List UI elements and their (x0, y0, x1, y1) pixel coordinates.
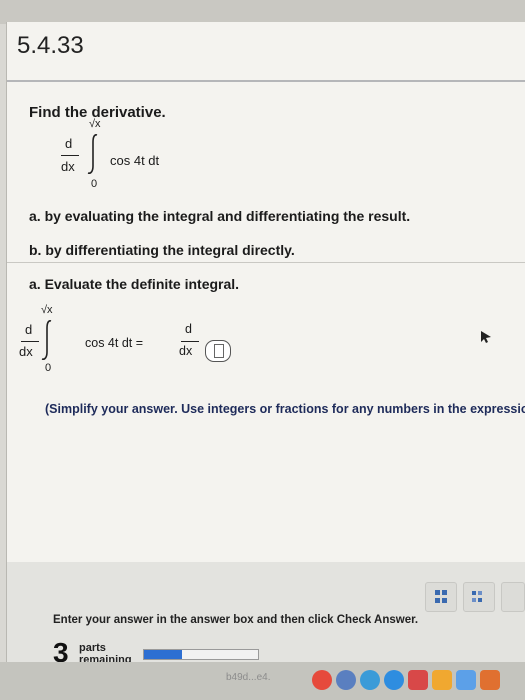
question-number: 5.4.33 (17, 32, 84, 59)
fraction-bar (181, 341, 199, 342)
progress-bar (143, 649, 259, 660)
toolbar-matrix-icon (472, 591, 482, 602)
app-icon[interactable] (312, 670, 332, 690)
progress-fill (144, 650, 182, 659)
dx-denominator: dx (19, 344, 33, 359)
dx-denominator: dx (61, 159, 75, 174)
rhs-dx-denominator: dx (179, 344, 193, 358)
toolbar-matrix-button[interactable] (463, 582, 495, 612)
upper-limit: √x (89, 118, 101, 130)
integrand: cos 4t dt (110, 153, 160, 168)
app-icon[interactable] (480, 670, 500, 690)
top-strip (0, 0, 525, 24)
part-a-heading: a. Evaluate the definite integral. (29, 276, 240, 292)
taskbar-label: b49d...e4. (226, 672, 271, 683)
lower-limit: 0 (91, 178, 98, 190)
app-icon[interactable] (360, 670, 380, 690)
part-b-description: b. by differentiating the integral direc… (29, 242, 295, 258)
answer-input[interactable] (205, 340, 231, 362)
app-icon[interactable] (432, 670, 452, 690)
answer-hint: Enter your answer in the answer box and … (53, 614, 419, 626)
app-icon[interactable] (408, 670, 428, 690)
answer-placeholder (214, 344, 224, 358)
integral-sign-icon (41, 320, 52, 360)
integrand: cos 4t dt = (85, 336, 144, 350)
rhs-d-numerator: d (185, 322, 192, 336)
instruction-note: (Simplify your answer. Use integers or f… (45, 402, 525, 416)
parts-label-line1: parts (79, 642, 106, 654)
d-numerator: d (25, 322, 33, 337)
app-icon[interactable] (456, 670, 476, 690)
fraction-bar (61, 155, 79, 156)
upper-limit: √x (41, 304, 53, 316)
divider (7, 80, 525, 82)
question-page: 5.4.33 Find the derivative. d dx √x 0 co… (6, 22, 525, 668)
lower-limit: 0 (45, 362, 52, 374)
toolbar-more-button[interactable] (501, 582, 525, 612)
app-icon[interactable] (336, 670, 356, 690)
app-icon[interactable] (384, 670, 404, 690)
integral-sign-icon (87, 134, 98, 174)
divider (7, 262, 525, 263)
toolbar-grid-button[interactable] (425, 582, 457, 612)
toolbar-grid-icon (435, 590, 447, 603)
part-a-description: a. by evaluating the integral and differ… (29, 208, 411, 224)
fraction-bar (21, 341, 39, 342)
d-numerator: d (65, 136, 73, 151)
cursor-icon (481, 331, 491, 343)
